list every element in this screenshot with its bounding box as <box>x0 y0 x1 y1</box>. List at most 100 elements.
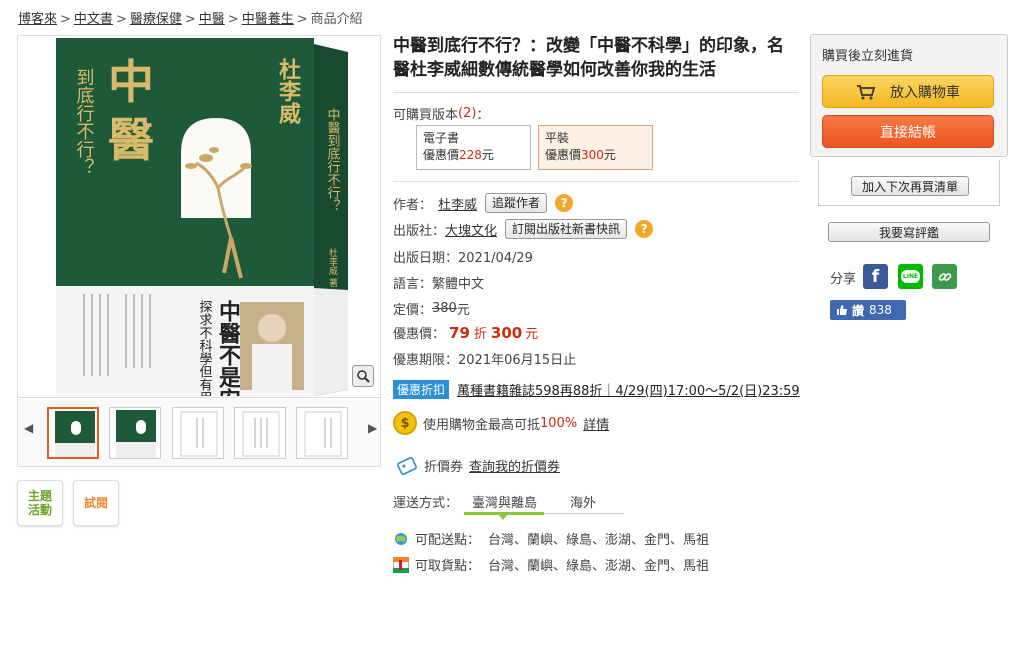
version-paperback-price: 300 <box>581 148 604 162</box>
help-icon[interactable]: ? <box>635 220 654 238</box>
list-price: 380 <box>432 301 457 316</box>
thumbnail-4[interactable] <box>234 407 286 459</box>
cover-slogan: 中醫不是安慰劑！ <box>215 300 241 396</box>
copy-link-icon[interactable] <box>932 264 957 289</box>
versions-label: 可購買版本 <box>393 108 459 123</box>
cover-author: 杜李威 <box>275 58 302 125</box>
book-cover-image: 中 醫 到底行不行？ 杜李威 中醫到底行不行？ 杜李威 著 中醫不是安慰劑！ 探… <box>56 38 348 396</box>
thumbnail-2[interactable] <box>109 407 161 459</box>
breadcrumb-healthcare[interactable]: 醫療保健 <box>130 12 182 27</box>
thumbnail-5[interactable] <box>296 407 348 459</box>
coins-detail-link[interactable]: 詳情 <box>583 414 609 433</box>
breadcrumb-home[interactable]: 博客來 <box>18 12 57 27</box>
write-review-button[interactable]: 我要寫評鑑 <box>828 222 990 242</box>
divider <box>393 181 799 182</box>
breadcrumb-separator: > <box>296 12 308 27</box>
subscribe-publisher-button[interactable]: 訂閱出版社新書快訊 <box>505 219 628 239</box>
share-label: 分享 <box>830 272 857 287</box>
tab-overseas[interactable]: 海外 <box>570 492 596 511</box>
coupon-row: 折價券 查詢我的折價券 <box>396 456 560 475</box>
breadcrumb-tcm-wellness[interactable]: 中醫養生 <box>242 12 294 27</box>
breadcrumb-chinese-books[interactable]: 中文書 <box>74 12 113 27</box>
theme-activity-button[interactable]: 主題活動 <box>17 480 63 526</box>
zoom-button[interactable] <box>352 365 374 387</box>
list-price-unit: 元 <box>456 303 470 318</box>
offer-deadline: 優惠期限：2021年06月15日止 <box>393 353 577 368</box>
cart-icon <box>857 84 876 99</box>
discount-value: 79 <box>449 323 470 342</box>
tab-caret-icon <box>498 514 508 520</box>
facebook-like-button[interactable]: 讚 838 <box>830 300 906 320</box>
list-price-label: 定價： <box>393 303 433 318</box>
magnifier-icon <box>357 370 370 383</box>
promo-link[interactable]: 萬種書籍雜誌598再88折｜4/29(四)17:00～5/2(日)23:59 <box>457 380 800 399</box>
coins-percent: 100% <box>540 415 578 431</box>
version-ebook-name: 電子書 <box>423 131 460 145</box>
tab-divider <box>544 513 624 514</box>
cover-big-title-2: 醫 <box>108 113 154 167</box>
thumb-prev-icon[interactable]: ◀ <box>24 421 33 435</box>
checkout-button[interactable]: 直接結帳 <box>822 115 994 148</box>
thumb-next-icon[interactable]: ▶ <box>368 421 377 435</box>
sale-price: 300 <box>490 323 523 342</box>
book-cover-frame[interactable]: 中 醫 到底行不行？ 杜李威 中醫到底行不行？ 杜李威 著 中醫不是安慰劑！ 探… <box>17 35 381 398</box>
convenience-store-icon <box>393 556 409 573</box>
divider <box>393 92 799 93</box>
publisher-link[interactable]: 大塊文化 <box>445 220 497 239</box>
thumbnail-1[interactable] <box>47 407 99 459</box>
price-unit: 元 <box>603 148 616 162</box>
coins-row: $ 使用購物金最高可抵 100% 詳情 <box>393 411 609 435</box>
cover-spine-author: 杜李威 著 <box>327 247 338 287</box>
add-to-cart-button[interactable]: 放入購物車 <box>822 75 994 108</box>
delivery-places: 台灣、蘭嶼、綠島、澎湖、金門、馬祖 <box>488 533 710 548</box>
cover-subtitle: 探求不科學但有用的中醫之道 <box>197 300 213 396</box>
version-ebook-price: 228 <box>459 148 482 162</box>
version-paperback-name: 平裝 <box>545 131 570 145</box>
breadcrumb-tcm[interactable]: 中醫 <box>199 12 225 27</box>
versions-colon: ： <box>476 108 490 123</box>
checkout-label: 直接結帳 <box>880 124 936 141</box>
trial-read-button[interactable]: 試閱 <box>73 480 119 526</box>
help-icon[interactable]: ? <box>555 194 574 212</box>
add-to-wishlist-button[interactable]: 加入下次再買清單 <box>851 176 969 196</box>
delivery-label: 可配送點： <box>415 533 481 548</box>
version-paperback-price-line: 優惠價300元 <box>545 147 646 164</box>
cover-side-title: 到底行不行？ <box>74 68 95 176</box>
breadcrumb: 博客來 > 中文書 > 醫療保健 > 中醫 > 中醫養生 > 商品介紹 <box>18 8 363 27</box>
publish-date: 出版日期：2021/04/29 <box>393 251 533 266</box>
price-unit: 元 <box>481 148 494 162</box>
pickup-label: 可取貨點： <box>415 559 481 574</box>
coin-icon: $ <box>393 411 417 435</box>
version-ebook-card[interactable]: 電子書 優惠價228元 <box>416 125 531 170</box>
product-title: 中醫到底行不行？：改變「中醫不科學」的印象，名醫杜李威細數傳統醫學如何改善你我的… <box>393 36 784 80</box>
author-link[interactable]: 杜李威 <box>438 194 477 213</box>
breadcrumb-separator: > <box>184 12 196 27</box>
purchase-panel-title: 購買後立刻進貨 <box>822 49 914 64</box>
delivery-row: 可配送點： 台灣、蘭嶼、綠島、澎湖、金門、馬祖 <box>393 529 709 548</box>
globe-icon <box>395 532 407 545</box>
coupon-link[interactable]: 查詢我的折價券 <box>469 456 560 475</box>
theme-activity-label: 主題活動 <box>27 489 52 517</box>
sale-price-row: 優惠價： 79 折 300 元 <box>393 323 538 343</box>
shipping-label: 運送方式： <box>393 496 459 511</box>
line-share-icon[interactable]: LINE <box>898 264 923 289</box>
price-prefix: 優惠價 <box>423 148 460 162</box>
coupon-icon <box>397 456 417 475</box>
purchase-panel: 購買後立刻進貨 放入購物車 直接結帳 <box>810 34 1008 157</box>
coins-text: 使用購物金最高可抵 <box>423 417 541 433</box>
thumbnail-3[interactable] <box>172 407 224 459</box>
like-label: 讚 <box>852 303 865 318</box>
tab-taiwan[interactable]: 臺灣與離島 <box>472 492 537 511</box>
pickup-places: 台灣、蘭嶼、綠島、澎湖、金門、馬祖 <box>488 559 710 574</box>
discount-unit: 折 <box>473 327 487 342</box>
publisher-label: 出版社： <box>393 223 446 239</box>
price-prefix: 優惠價 <box>545 148 582 162</box>
author-row: 作者： 杜李威 追蹤作者 ? <box>393 193 574 213</box>
promo-row: 優惠折扣 萬種書籍雜誌598再88折｜4/29(四)17:00～5/2(日)23… <box>393 380 800 399</box>
language: 語言：繁體中文 <box>393 277 485 292</box>
pickup-row: 可取貨點： 台灣、蘭嶼、綠島、澎湖、金門、馬祖 <box>393 555 709 574</box>
list-price-row: 定價： 380 元 <box>393 299 470 318</box>
version-paperback-card[interactable]: 平裝 優惠價300元 <box>538 125 653 170</box>
facebook-share-icon[interactable]: f <box>863 264 888 289</box>
follow-author-button[interactable]: 追蹤作者 <box>485 193 548 213</box>
